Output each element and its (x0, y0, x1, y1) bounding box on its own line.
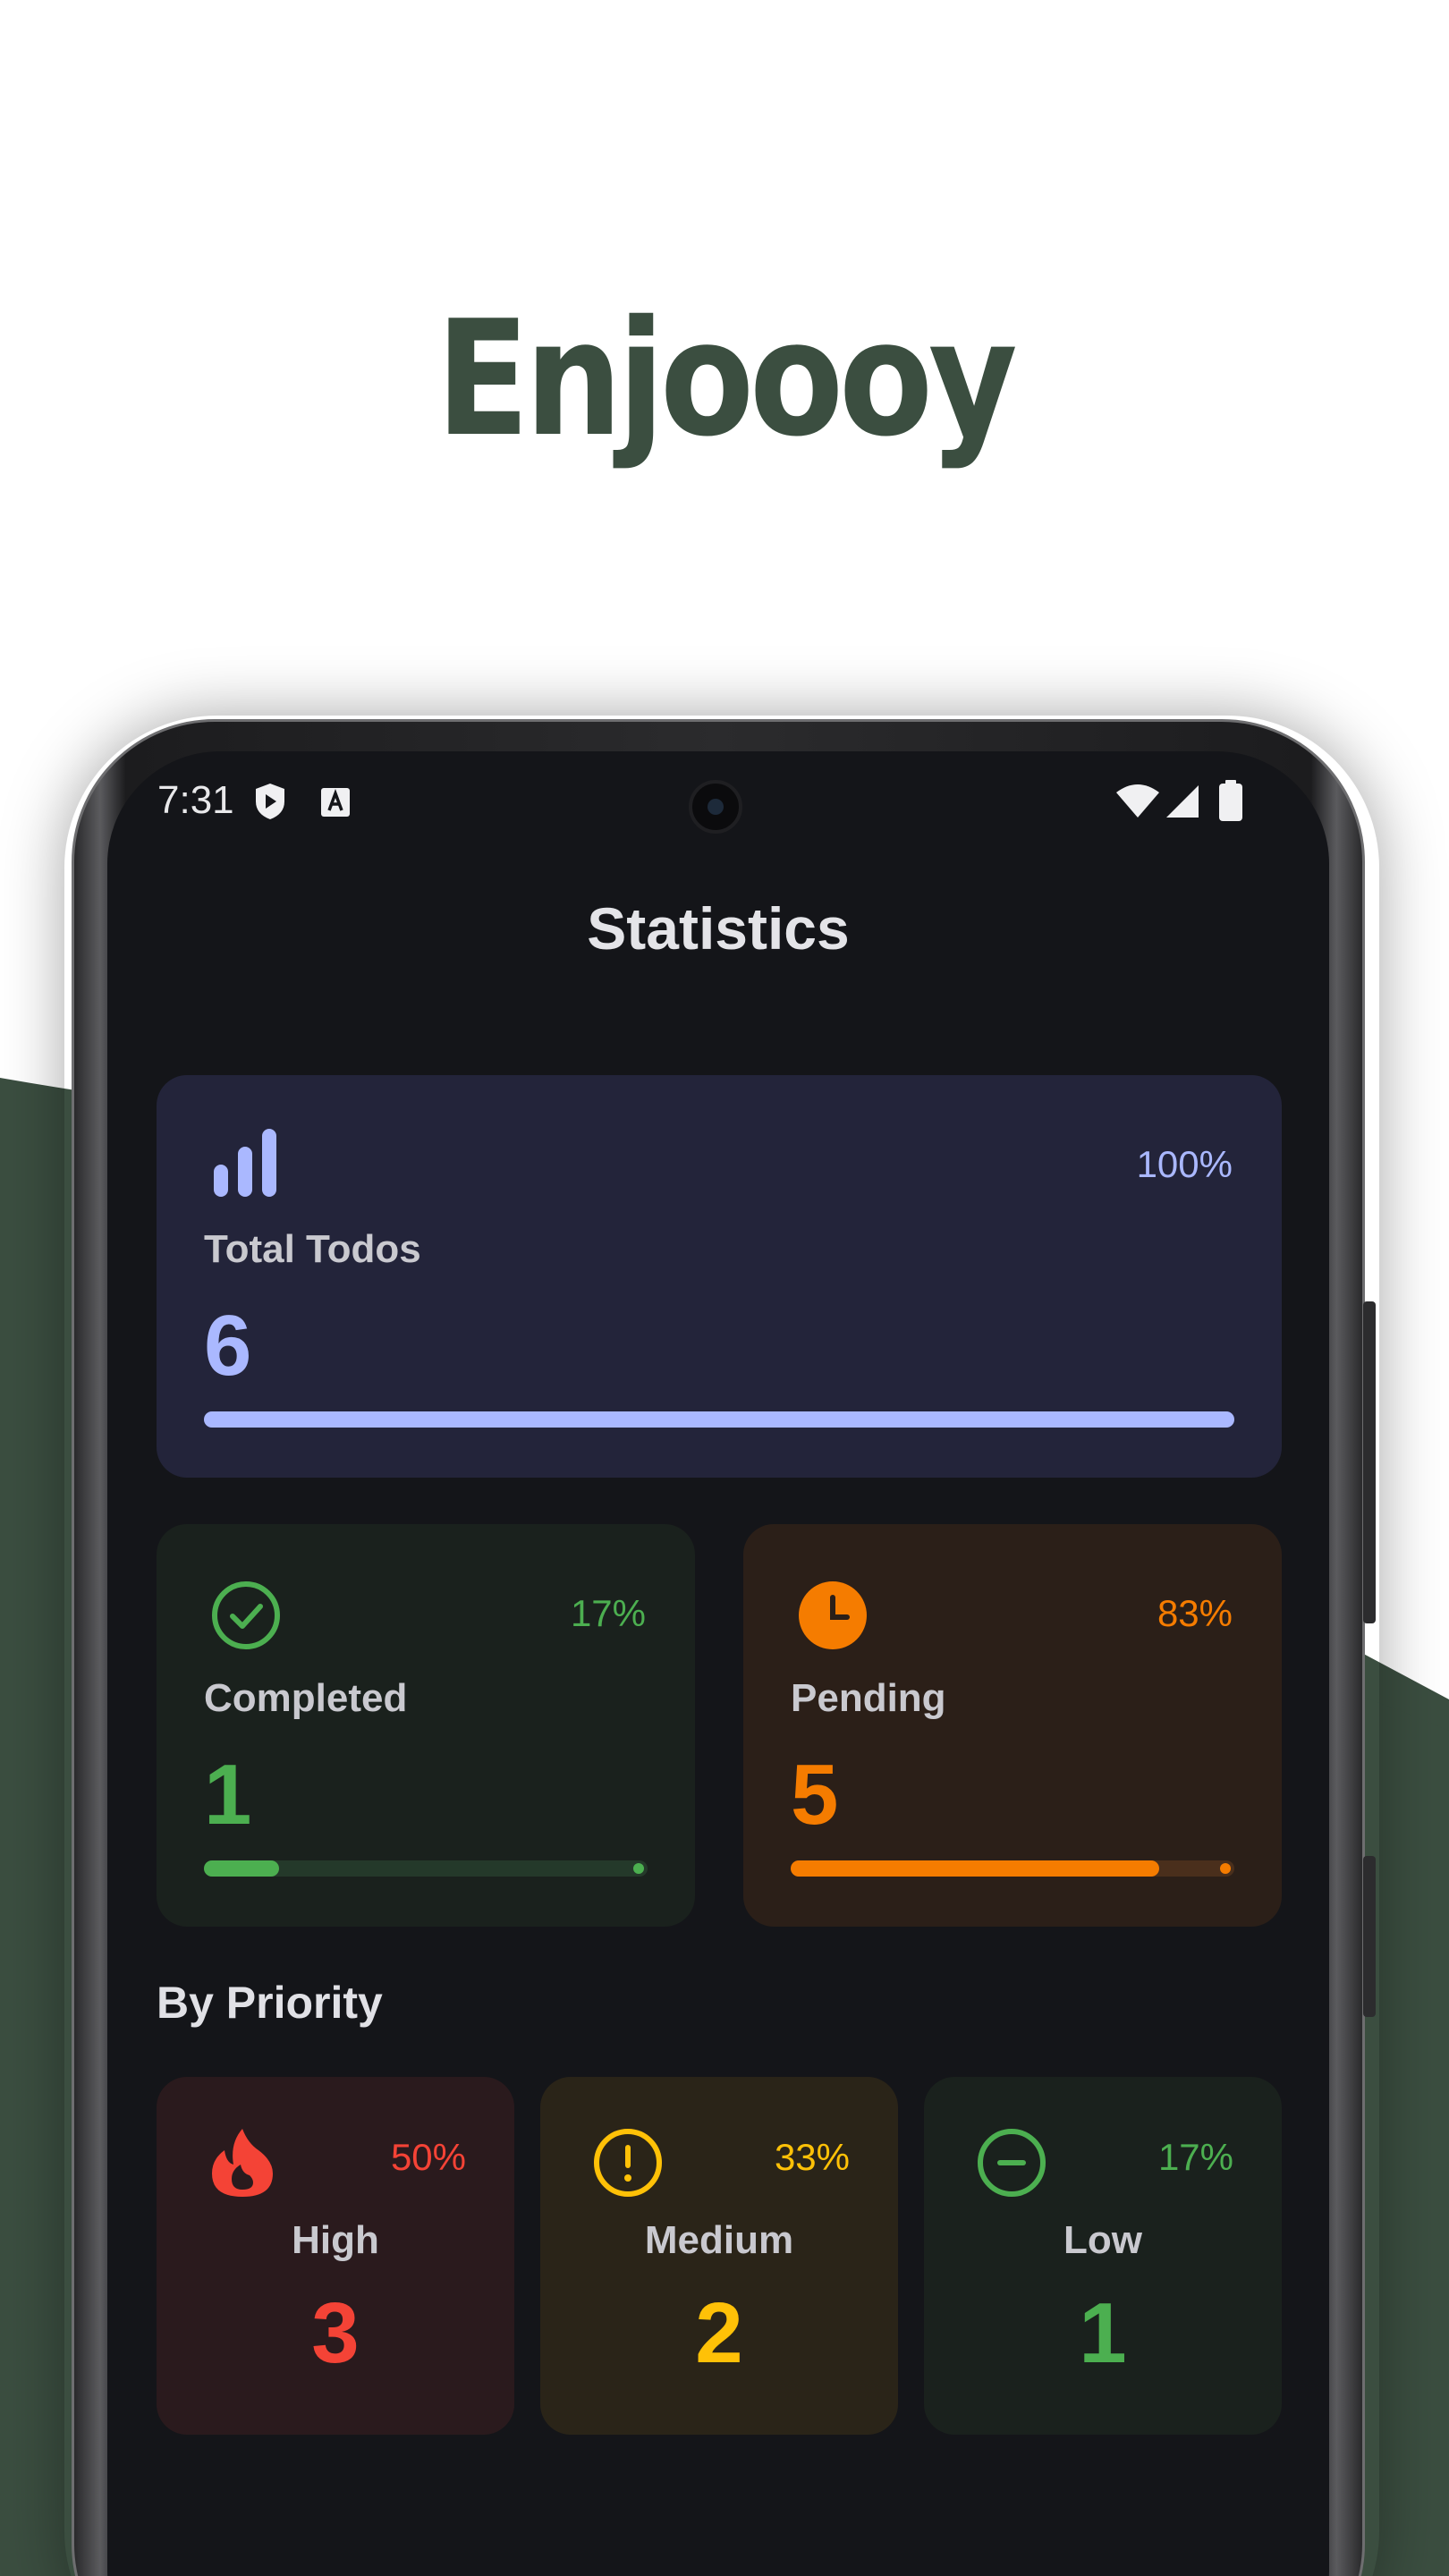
phone-screen: 7:31 Statistics 100% Total Todos 6 17% C… (107, 751, 1329, 2576)
completed-label: Completed (204, 1676, 408, 1720)
exclamation-circle-icon (592, 2127, 664, 2203)
pending-percent: 83% (1157, 1592, 1233, 1634)
progress-end-dot (633, 1863, 644, 1874)
keyboard-a-icon (320, 787, 351, 822)
priority-medium-card: 33% Medium 2 (540, 2077, 898, 2435)
high-label: High (292, 2218, 379, 2262)
medium-label: Medium (644, 2218, 794, 2262)
completed-card: 17% Completed 1 (157, 1524, 695, 1927)
page-title: Statistics (587, 895, 850, 962)
completed-progress-bar (204, 1860, 648, 1877)
check-circle-icon (210, 1580, 282, 1656)
bar-chart-icon (212, 1127, 278, 1203)
priority-high-card: 50% High 3 (157, 2077, 514, 2435)
total-todos-card: 100% Total Todos 6 (157, 1075, 1282, 1478)
wifi-icon (1114, 784, 1161, 824)
total-progress-bar (204, 1411, 1234, 1428)
medium-value: 2 (695, 2285, 743, 2381)
completed-value: 1 (204, 1747, 252, 1843)
battery-icon (1218, 780, 1243, 826)
flame-icon (208, 2127, 276, 2203)
priority-low-card: 17% Low 1 (924, 2077, 1282, 2435)
status-time: 7:31 (157, 778, 234, 822)
front-camera (689, 780, 742, 834)
total-progress-fill (204, 1411, 1234, 1428)
pending-card: 83% Pending 5 (743, 1524, 1282, 1927)
minus-circle-icon (976, 2127, 1047, 2203)
pending-progress-bar (791, 1860, 1234, 1877)
completed-percent: 17% (570, 1592, 646, 1634)
total-percent: 100% (1136, 1143, 1233, 1185)
low-percent: 17% (1157, 2136, 1233, 2178)
pending-value: 5 (791, 1747, 839, 1843)
pending-label: Pending (791, 1676, 946, 1720)
medium-percent: 33% (774, 2136, 850, 2178)
high-value: 3 (311, 2285, 360, 2381)
pending-progress-fill (791, 1860, 1159, 1877)
low-label: Low (1063, 2218, 1142, 2262)
total-label: Total Todos (204, 1227, 421, 1271)
completed-progress-fill (204, 1860, 280, 1877)
phone-side-button (1363, 1856, 1376, 2017)
total-value: 6 (204, 1298, 252, 1394)
progress-end-dot (1220, 1863, 1231, 1874)
priority-section-title: By Priority (157, 1978, 383, 2028)
high-percent: 50% (390, 2136, 466, 2178)
shield-icon (252, 782, 288, 826)
phone-side-button (1363, 1301, 1376, 1623)
promo-headline: Enjoooy (436, 286, 1017, 471)
signal-icon (1165, 784, 1200, 824)
low-value: 1 (1079, 2285, 1127, 2381)
clock-icon (797, 1580, 869, 1656)
